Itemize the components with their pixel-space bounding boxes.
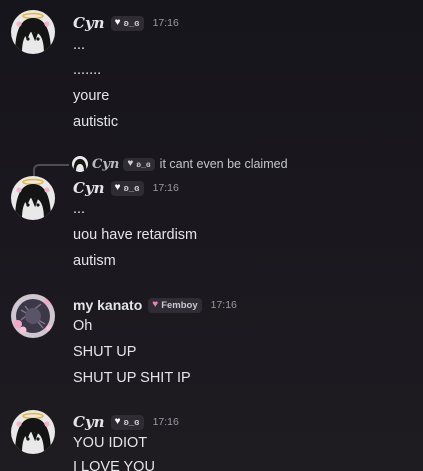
author-name[interactable]: Cyn xyxy=(73,413,105,431)
message-header: Cyn ♥ ʚ_ɞ 17:16 xyxy=(73,13,179,33)
guild-tag-text: ʚ_ɞ xyxy=(123,17,140,29)
timestamp[interactable]: 17:16 xyxy=(153,416,179,428)
author-name[interactable]: my kanato xyxy=(73,297,142,313)
author-name[interactable]: Cyn xyxy=(73,14,105,32)
avatar-cyn-image xyxy=(11,176,55,220)
timestamp[interactable]: 17:16 xyxy=(153,17,179,29)
message-header: Cyn ♥ ʚ_ɞ 17:16 xyxy=(73,412,179,432)
reply-preview[interactable]: Cyn ♥ ʚ_ɞ it cant even be claimed xyxy=(72,155,288,173)
guild-tag[interactable]: ♥ Femboy xyxy=(148,297,202,313)
message-header: my kanato ♥ Femboy 17:16 xyxy=(73,295,237,315)
avatar-cyn-image xyxy=(11,10,55,54)
message-header: Cyn ♥ ʚ_ɞ 17:16 xyxy=(73,178,179,198)
reply-avatar xyxy=(72,156,88,172)
message-text: autistic xyxy=(73,114,119,130)
message-text: youre xyxy=(73,88,110,104)
message-text: uou have retardism xyxy=(73,227,198,243)
avatar-cyn[interactable] xyxy=(11,410,55,454)
message-text: SHUT UP xyxy=(73,344,137,360)
message-text: ... xyxy=(73,37,86,53)
message-text: SHUT UP SHIT IP xyxy=(73,370,191,386)
white-heart-icon: ♥ xyxy=(127,158,134,169)
avatar-cyn[interactable] xyxy=(11,10,55,54)
message-text: autism xyxy=(73,253,116,269)
pink-heart-icon: ♥ xyxy=(152,299,159,310)
message-text: ... xyxy=(73,201,86,217)
guild-tag-text: ʚ_ɞ xyxy=(123,182,140,194)
avatar-kanato-image xyxy=(11,294,55,338)
white-heart-icon: ♥ xyxy=(114,182,121,193)
guild-tag-text: ʚ_ɞ xyxy=(123,416,140,428)
timestamp[interactable]: 17:16 xyxy=(211,299,237,311)
white-heart-icon: ♥ xyxy=(114,416,121,427)
guild-tag-text: Femboy xyxy=(161,299,198,311)
message-text: YOU IDIOT xyxy=(73,435,148,451)
reply-text: it cant even be claimed xyxy=(159,157,288,171)
avatar-cyn[interactable] xyxy=(11,176,55,220)
message-text: Oh xyxy=(73,318,93,334)
timestamp[interactable]: 17:16 xyxy=(153,182,179,194)
author-name[interactable]: Cyn xyxy=(73,179,105,197)
guild-tag[interactable]: ♥ ʚ_ɞ xyxy=(110,180,144,196)
message-text: ....... xyxy=(73,62,102,78)
message-text: I LOVE YOU xyxy=(73,459,155,471)
chat-messages: Cyn ♥ ʚ_ɞ 17:16 ... ....... youre autist… xyxy=(0,0,423,471)
avatar-cyn-image xyxy=(11,410,55,454)
avatar-kanato[interactable] xyxy=(11,294,55,338)
guild-tag[interactable]: ♥ ʚ_ɞ xyxy=(110,414,144,430)
reply-guild-tag-text: ʚ_ɞ xyxy=(136,159,151,169)
white-heart-icon: ♥ xyxy=(114,17,121,28)
reply-author-name[interactable]: Cyn xyxy=(92,157,119,172)
guild-tag[interactable]: ♥ ʚ_ɞ xyxy=(110,15,144,31)
reply-guild-tag: ♥ ʚ_ɞ xyxy=(123,157,155,171)
